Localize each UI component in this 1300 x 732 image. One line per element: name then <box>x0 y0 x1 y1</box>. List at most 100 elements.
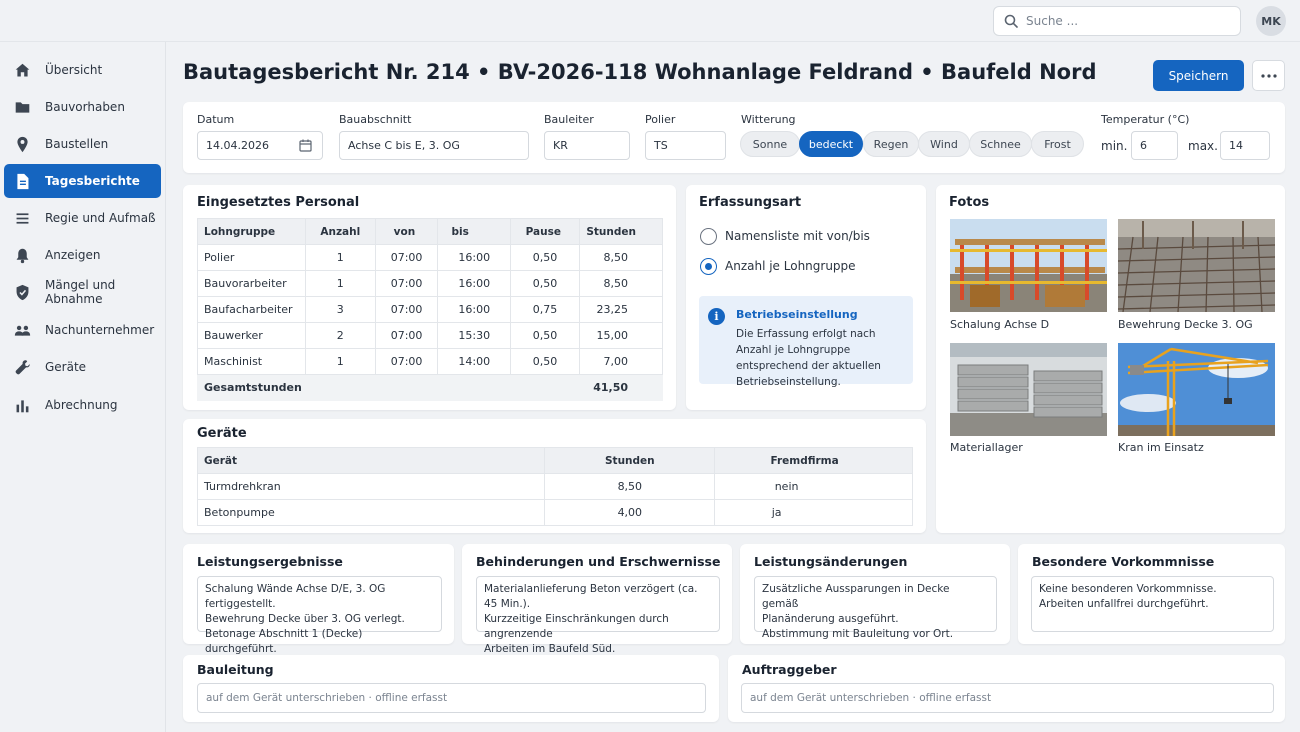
weather-chip-wind[interactable]: Wind <box>918 131 970 157</box>
datum-field[interactable]: 14.04.2026 <box>197 131 323 160</box>
weather-chip-regen[interactable]: Regen <box>863 131 919 157</box>
radio-anzahl[interactable] <box>700 258 717 275</box>
besondere-vorkommnisse-textarea[interactable]: Keine besonderen Vorkommnisse. Arbeiten … <box>1031 576 1274 632</box>
column-header: Fremdfirma <box>714 447 913 474</box>
bar-chart-icon <box>16 399 29 412</box>
sidebar-item-label: Tagesberichte <box>45 174 140 188</box>
table-cell: 07:00 <box>374 270 439 297</box>
behinderungen-textarea[interactable]: Materialanlieferung Beton verzögert (ca.… <box>476 576 720 655</box>
sidebar-item-regie[interactable]: Regie und Aufmaß <box>4 201 161 235</box>
material-storage-image <box>950 343 1107 436</box>
table-cell: 0,50 <box>510 348 580 375</box>
table-row[interactable]: Betonpumpe 4,00 ja <box>196 499 913 526</box>
list-icon <box>16 212 29 224</box>
photo-crane[interactable] <box>1118 343 1275 436</box>
table-row[interactable]: Baufacharbeiter 3 07:00 16:00 0,75 23,25 <box>197 296 664 323</box>
photo-formwork[interactable] <box>950 219 1107 312</box>
sidebar-item-anzeigen[interactable]: Anzeigen <box>4 238 161 272</box>
weather-chip-bedeckt[interactable]: bedeckt <box>799 131 863 157</box>
calendar-icon[interactable] <box>299 139 312 152</box>
datum-value: 14.04.2026 <box>206 139 269 152</box>
leistungsaenderungen-title: Leistungsänderungen <box>754 554 908 569</box>
table-cell: 07:00 <box>374 348 439 375</box>
geraete-table: Gerät Stunden Fremdfirma Turmdrehkran 8,… <box>196 447 913 526</box>
column-header: bis <box>437 218 512 245</box>
table-cell: 0,75 <box>510 296 580 323</box>
table-cell: 1 <box>304 270 376 297</box>
sidebar-item-nachunternehmer[interactable]: Nachunternehmer <box>4 313 161 347</box>
polier-field[interactable]: TS <box>645 131 726 160</box>
weather-chip-schnee[interactable]: Schnee <box>969 131 1032 157</box>
sidebar-item-label: Abrechnung <box>45 398 118 412</box>
table-cell: ja <box>714 499 913 526</box>
save-button[interactable]: Speichern <box>1153 60 1244 91</box>
table-row[interactable]: Bauvorarbeiter 1 07:00 16:00 0,50 8,50 <box>197 270 664 297</box>
table-cell: 0,50 <box>510 270 580 297</box>
table-cell: Bauwerker <box>197 322 306 349</box>
weather-chip-frost[interactable]: Frost <box>1031 131 1084 157</box>
info-title: Betriebseinstellung <box>736 308 858 321</box>
erfassungsart-title: Erfassungsart <box>699 195 802 210</box>
sidebar-item-uebersicht[interactable]: Übersicht <box>4 53 161 87</box>
table-row[interactable]: Bauwerker 2 07:00 15:30 0,50 15,00 <box>197 322 664 349</box>
sidebar-item-geraete[interactable]: Geräte <box>4 350 161 384</box>
polier-label: Polier <box>645 113 676 126</box>
table-cell: 07:00 <box>374 296 439 323</box>
more-options-button[interactable] <box>1252 60 1285 91</box>
avatar[interactable]: MK <box>1256 6 1286 36</box>
personal-table: Lohngruppe Anzahl von bis Pause Stunden … <box>197 218 664 401</box>
sidebar-item-tagesberichte[interactable]: Tagesberichte <box>4 164 161 198</box>
table-cell: 07:00 <box>374 322 439 349</box>
column-header: Anzahl <box>304 218 376 245</box>
weather-chip-sonne[interactable]: Sonne <box>740 131 800 157</box>
sidebar-item-abrechnung[interactable]: Abrechnung <box>4 388 161 422</box>
table-header-row: Gerät Stunden Fremdfirma <box>196 447 913 474</box>
bauleitung-signature-field[interactable]: auf dem Gerät unterschrieben · offline e… <box>197 683 706 713</box>
leistungsaenderungen-textarea[interactable]: Zusätzliche Aussparungen in Decke gemäß … <box>754 576 997 640</box>
column-header: von <box>374 218 439 245</box>
temp-max-field[interactable]: 14 <box>1220 131 1270 160</box>
table-row[interactable]: Polier 1 07:00 16:00 0,50 8,50 <box>197 244 664 271</box>
formwork-image <box>950 219 1107 312</box>
sidebar-item-baustellen[interactable]: Baustellen <box>4 127 161 161</box>
photo-material[interactable] <box>950 343 1107 436</box>
sidebar-item-label: Mängel und Abnahme <box>45 278 116 306</box>
total-row: Gesamtstunden 41,50 <box>197 374 664 401</box>
map-pin-icon <box>17 136 28 152</box>
table-cell: 8,50 <box>578 270 664 297</box>
besondere-vorkommnisse-title: Besondere Vorkommnisse <box>1032 554 1215 569</box>
photo-rebar[interactable] <box>1118 219 1275 312</box>
temp-min-field[interactable]: 6 <box>1131 131 1178 160</box>
table-cell: Maschinist <box>197 348 306 375</box>
sidebar-item-label: Anzeigen <box>45 248 101 262</box>
table-cell: 23,25 <box>578 296 664 323</box>
shield-icon <box>16 284 29 300</box>
search-icon <box>1004 14 1018 28</box>
search-input[interactable]: Suche ... <box>993 6 1241 36</box>
table-cell: 15,00 <box>578 322 664 349</box>
table-row[interactable]: Maschinist 1 07:00 14:00 0,50 7,00 <box>197 348 664 375</box>
sidebar-item-maengel[interactable]: Mängel und Abnahme <box>4 275 161 309</box>
table-cell: 0,50 <box>510 322 580 349</box>
bauabschnitt-field[interactable]: Achse C bis E, 3. OG <box>339 131 529 160</box>
bauleiter-field[interactable]: KR <box>544 131 630 160</box>
info-text: Die Erfassung erfolgt nach Anzahl je Loh… <box>736 328 881 388</box>
auftraggeber-signature-field[interactable]: auf dem Gerät unterschrieben · offline e… <box>741 683 1274 713</box>
radio-namensliste[interactable] <box>700 228 717 245</box>
leistungsergebnisse-textarea[interactable]: Schalung Wände Achse D/E, 3. OG fertigge… <box>197 576 442 655</box>
sidebar: Übersicht Bauvorhaben Baustellen Tagesbe… <box>0 42 166 732</box>
page-title: Bautagesbericht Nr. 214 • BV-2026-118 Wo… <box>183 60 1097 84</box>
radio-label-namensliste[interactable]: Namensliste mit von/bis <box>725 229 870 243</box>
temperatur-label: Temperatur (°C) <box>1101 113 1190 126</box>
radio-label-anzahl[interactable]: Anzahl je Lohngruppe <box>725 259 856 273</box>
table-header-row: Lohngruppe Anzahl von bis Pause Stunden <box>197 218 664 245</box>
column-header: Stunden <box>578 218 664 245</box>
table-row[interactable]: Turmdrehkran 8,50 nein <box>196 473 913 500</box>
datum-label: Datum <box>197 113 235 126</box>
more-icon <box>1260 73 1277 78</box>
photo-caption: Schalung Achse D <box>950 318 1050 331</box>
sidebar-item-bauvorhaben[interactable]: Bauvorhaben <box>4 90 161 124</box>
table-cell: 16:00 <box>437 244 512 271</box>
table-cell: 2 <box>304 322 376 349</box>
info-icon: i <box>708 308 725 325</box>
